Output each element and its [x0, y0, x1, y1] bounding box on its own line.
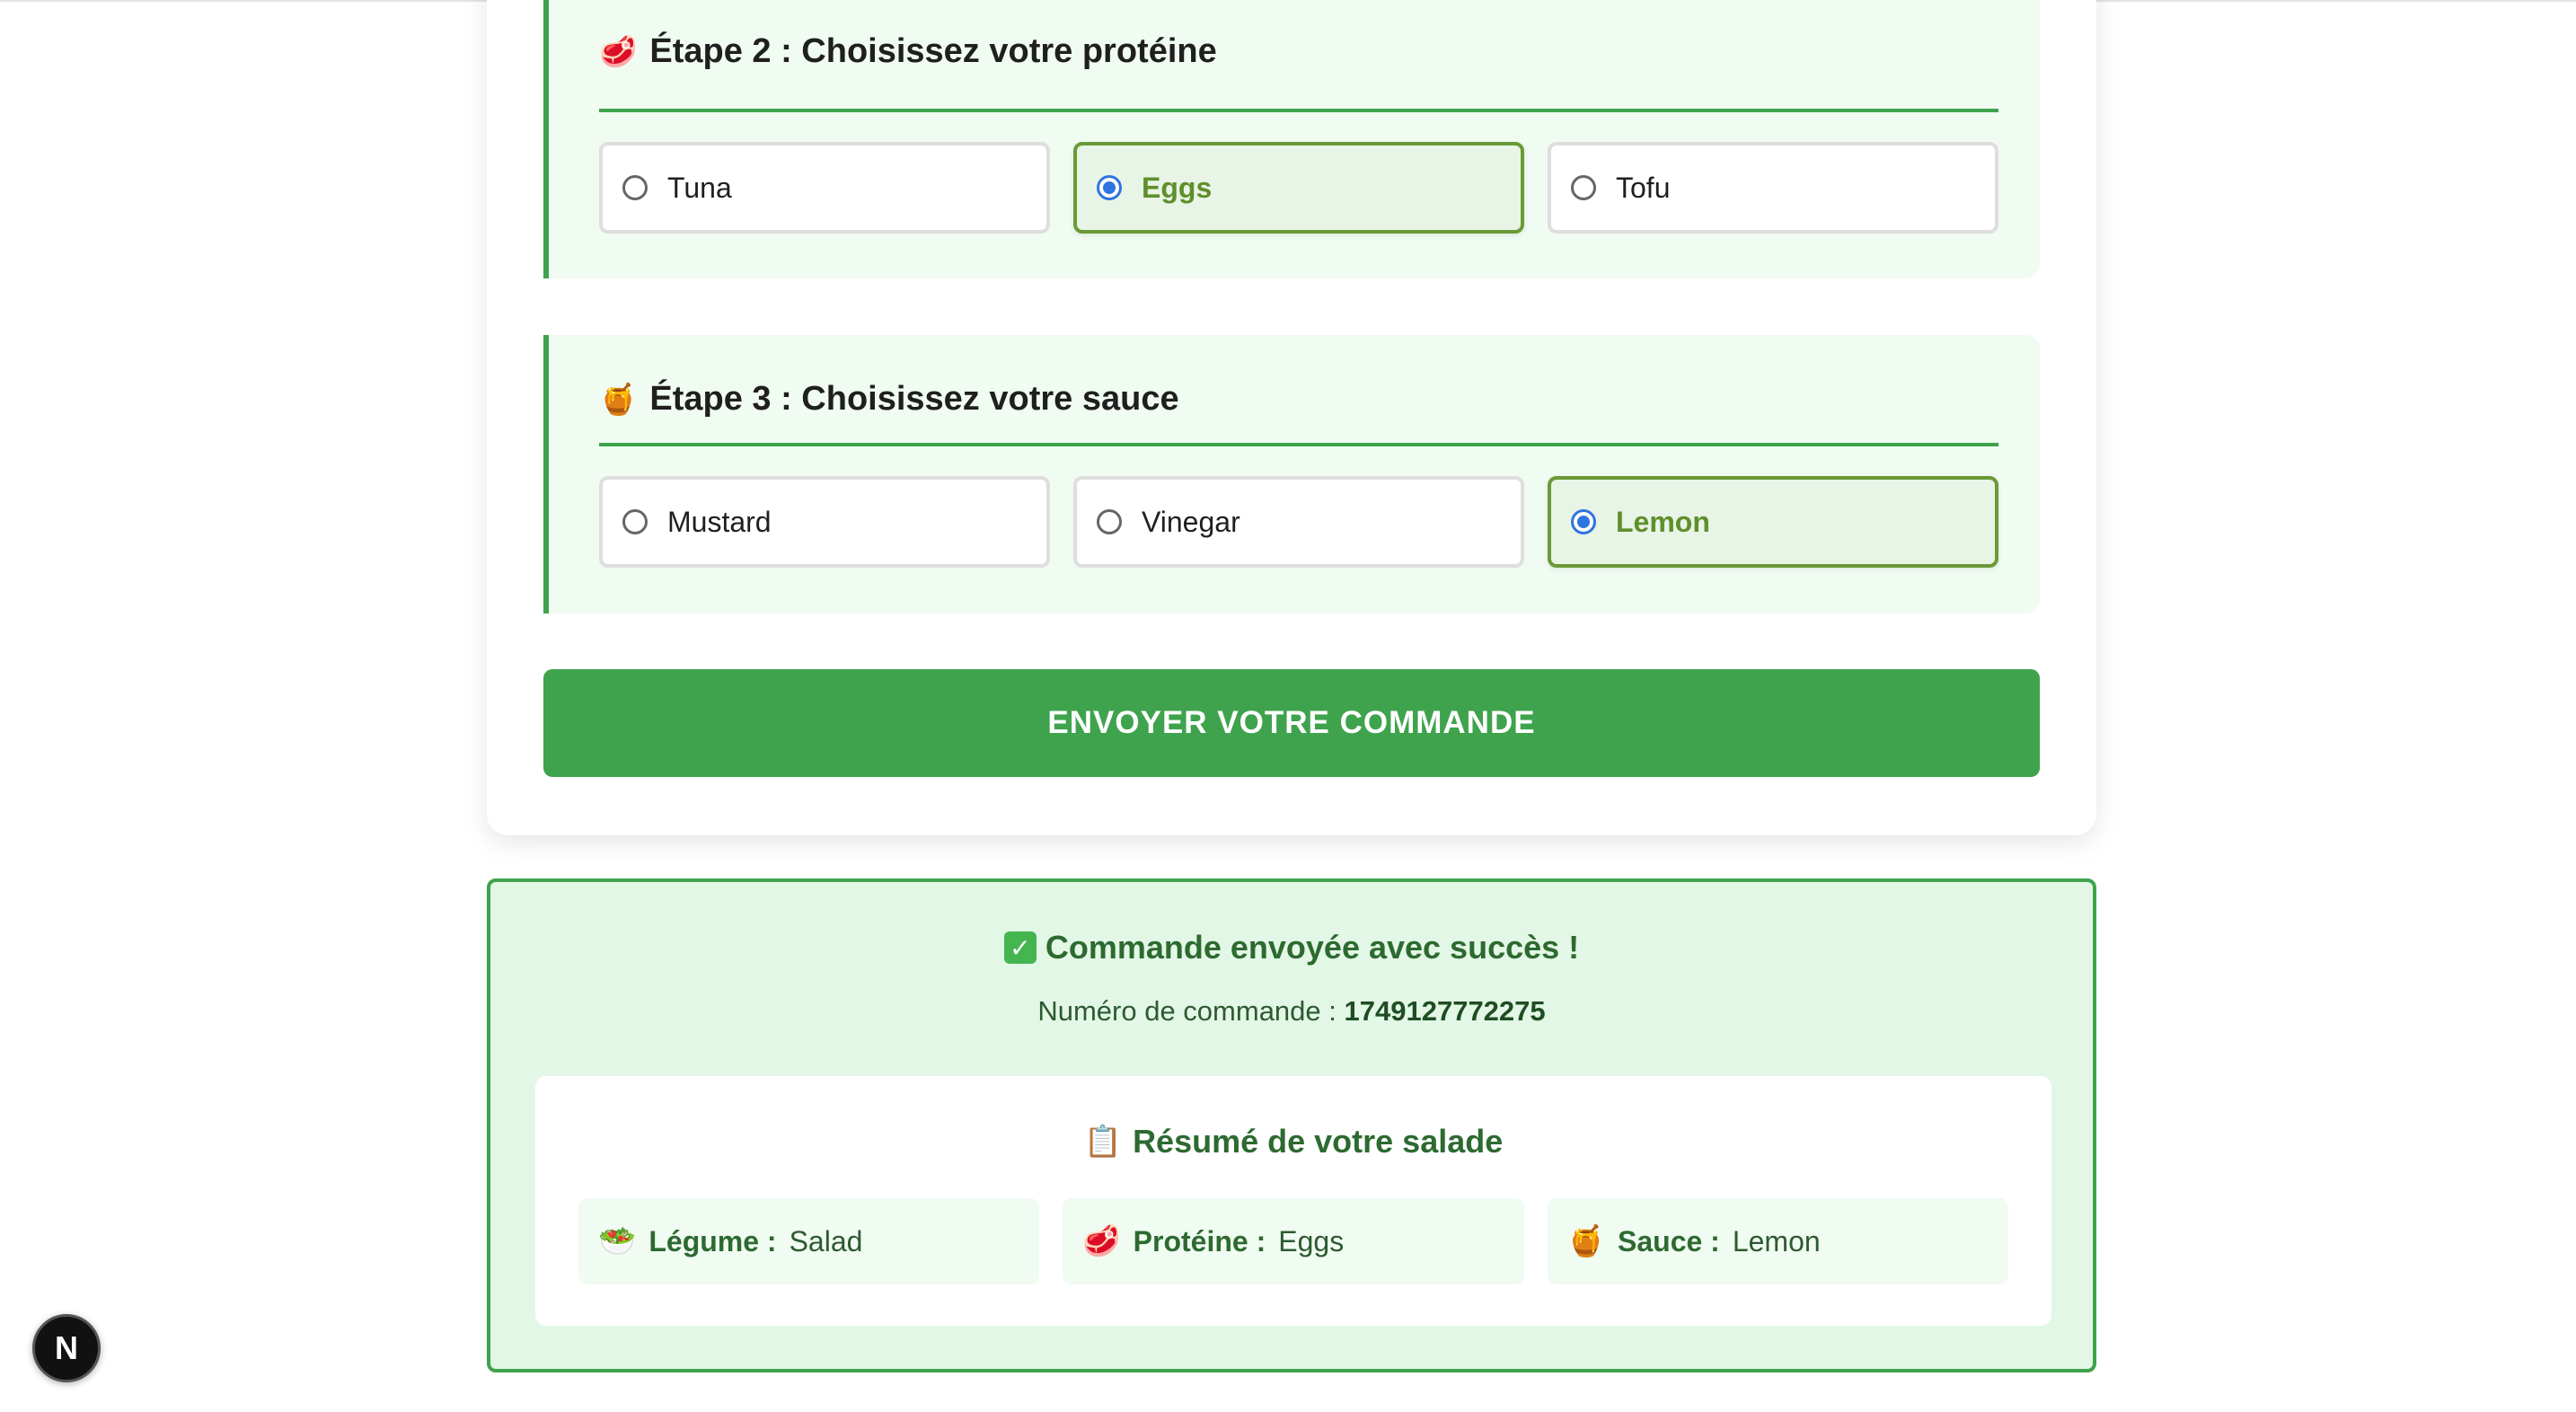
radio-vinegar[interactable] — [1097, 509, 1122, 534]
summary-item-label: Légume : — [648, 1224, 777, 1258]
step-sauce-title-text: Étape 3 : Choisissez votre sauce — [649, 380, 1179, 418]
summary-items: 🥗 Légume : Salad 🥩 Protéine : Eggs 🍯 Sau… — [578, 1198, 2008, 1284]
step-divider — [599, 109, 1998, 112]
clipboard-icon: 📋 — [1083, 1125, 1123, 1159]
summary-title-text: Résumé de votre salade — [1133, 1123, 1504, 1160]
summary-item-value: Eggs — [1278, 1224, 1345, 1258]
option-label: Tuna — [667, 171, 732, 204]
meat-icon: 🥩 — [1082, 1224, 1121, 1258]
success-title: ✓ Commande envoyée avec succès ! — [490, 929, 2093, 966]
option-label: Lemon — [1616, 505, 1710, 538]
check-icon: ✓ — [1003, 931, 1037, 964]
dev-tools-badge[interactable]: N — [32, 1314, 101, 1382]
salad-summary: 📋 Résumé de votre salade 🥗 Légume : Sala… — [535, 1076, 2051, 1326]
summary-title: 📋 Résumé de votre salade — [535, 1123, 2051, 1160]
protein-options: Tuna Eggs Tofu — [599, 142, 1998, 234]
step-protein: 🥩 Étape 2 : Choisissez votre protéine Tu… — [543, 0, 2040, 278]
order-number-line: Numéro de commande : 1749127772275 — [490, 995, 2093, 1028]
success-title-text: Commande envoyée avec succès ! — [1045, 929, 1580, 966]
summary-item-label: Sauce : — [1618, 1224, 1720, 1258]
step-protein-title: 🥩 Étape 2 : Choisissez votre protéine — [599, 32, 1217, 71]
step-divider — [599, 443, 1998, 446]
option-label: Mustard — [667, 505, 772, 538]
summary-item-protein: 🥩 Protéine : Eggs — [1063, 1198, 1524, 1284]
summary-item-sauce: 🍯 Sauce : Lemon — [1547, 1198, 2008, 1284]
summary-item-value: Salad — [789, 1224, 863, 1258]
option-lemon[interactable]: Lemon — [1548, 476, 1998, 568]
order-number: 1749127772275 — [1344, 995, 1546, 1027]
radio-eggs[interactable] — [1097, 175, 1122, 200]
submit-order-button[interactable]: ENVOYER VOTRE COMMANDE — [543, 669, 2040, 777]
step-sauce: 🍯 Étape 3 : Choisissez votre sauce Musta… — [543, 335, 2040, 613]
success-panel: ✓ Commande envoyée avec succès ! Numéro … — [487, 878, 2096, 1372]
summary-item-vegetable: 🥗 Légume : Salad — [578, 1198, 1040, 1284]
meat-icon: 🥩 — [599, 34, 638, 69]
summary-item-label: Protéine : — [1133, 1224, 1266, 1258]
honey-pot-icon: 🍯 — [599, 382, 638, 417]
option-mustard[interactable]: Mustard — [599, 476, 1050, 568]
option-tofu[interactable]: Tofu — [1548, 142, 1998, 234]
salad-icon: 🥗 — [598, 1224, 637, 1258]
option-label: Vinegar — [1142, 505, 1240, 538]
option-label: Eggs — [1142, 171, 1213, 204]
step-protein-title-text: Étape 2 : Choisissez votre protéine — [649, 32, 1217, 70]
radio-lemon[interactable] — [1571, 509, 1596, 534]
order-number-label: Numéro de commande : — [1037, 995, 1337, 1027]
radio-tuna[interactable] — [622, 175, 648, 200]
radio-mustard[interactable] — [622, 509, 648, 534]
option-tuna[interactable]: Tuna — [599, 142, 1050, 234]
honey-pot-icon: 🍯 — [1566, 1224, 1605, 1258]
option-eggs[interactable]: Eggs — [1073, 142, 1524, 234]
radio-tofu[interactable] — [1571, 175, 1596, 200]
summary-item-value: Lemon — [1732, 1224, 1821, 1258]
sauce-options: Mustard Vinegar Lemon — [599, 476, 1998, 568]
option-label: Tofu — [1616, 171, 1671, 204]
step-sauce-title: 🍯 Étape 3 : Choisissez votre sauce — [599, 380, 1179, 419]
option-vinegar[interactable]: Vinegar — [1073, 476, 1524, 568]
